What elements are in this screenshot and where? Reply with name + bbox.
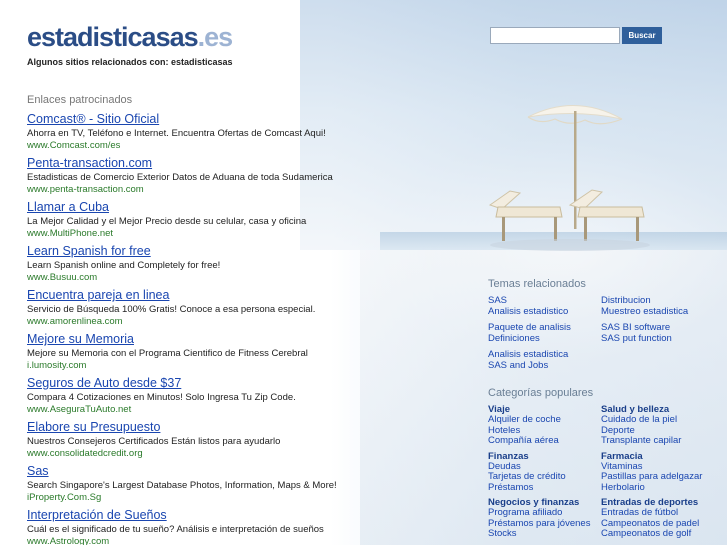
category-link[interactable]: Transplante capilar — [601, 435, 714, 447]
ad-url[interactable]: i.lumosity.com — [27, 360, 457, 372]
logo-tld-text: .es — [197, 22, 234, 52]
theme-column-right: SAS BI software SAS put function — [601, 322, 714, 345]
ad-item: Seguros de Auto desde $37 Compara 4 Coti… — [27, 376, 457, 420]
theme-link[interactable]: Distribucion — [601, 295, 714, 307]
theme-link[interactable]: Definiciones — [488, 333, 601, 345]
category-row: Finanzas Deudas Tarjetas de crédito Prés… — [488, 451, 723, 494]
site-logo[interactable]: estadisticasas.es — [27, 22, 234, 53]
category-column-right: Farmacia Vitaminas Pastillas para adelga… — [601, 451, 714, 494]
ad-item: Comcast® - Sitio Oficial Ahorra en TV, T… — [27, 112, 457, 156]
ad-description: Nuestros Consejeros Certificados Están l… — [27, 436, 281, 447]
page-content: estadisticasas.es Algunos sitios relacio… — [0, 0, 727, 545]
category-link[interactable]: Herbolario — [601, 482, 714, 494]
ad-title-link[interactable]: Mejore su Memoria — [27, 332, 457, 347]
category-link[interactable]: Programa afiliado — [488, 507, 601, 519]
theme-group: Analisis estadistica SAS and Jobs — [488, 349, 718, 372]
theme-link[interactable]: Analisis estadistica — [488, 349, 601, 361]
ad-description: Servicio de Búsqueda 100% Gratis! Conoce… — [27, 304, 316, 315]
category-column-left: Viaje Alquiler de coche Hoteles Compañía… — [488, 404, 601, 447]
category-column-left: Finanzas Deudas Tarjetas de crédito Prés… — [488, 451, 601, 494]
ad-description: Search Singapore's Largest Database Phot… — [27, 480, 337, 491]
theme-column-left: Analisis estadistica SAS and Jobs — [488, 349, 601, 372]
ad-description: Mejore su Memoria con el Programa Cienti… — [27, 348, 308, 359]
ad-title-link[interactable]: Comcast® - Sitio Oficial — [27, 112, 457, 127]
theme-link[interactable]: SAS BI software — [601, 322, 714, 334]
ad-item: Penta-transaction.com Estadisticas de Co… — [27, 156, 457, 200]
ad-url[interactable]: www.Busuu.com — [27, 272, 457, 284]
ad-item: Mejore su Memoria Mejore su Memoria con … — [27, 332, 457, 376]
logo-main-text: estadisticasas — [27, 22, 199, 52]
ad-description: Cuál es el significado de tu sueño? Anál… — [27, 524, 324, 535]
theme-column-right: Distribucion Muestreo estadistica — [601, 295, 714, 318]
ad-description: Ahorra en TV, Teléfono e Internet. Encue… — [27, 128, 326, 139]
category-link[interactable]: Cuidado de la piel — [601, 414, 714, 426]
category-column-right: Entradas de deportes Entradas de fútbol … — [601, 497, 714, 540]
category-heading-link[interactable]: Finanzas — [488, 451, 601, 462]
sponsored-ads-list: Comcast® - Sitio Oficial Ahorra en TV, T… — [27, 112, 457, 545]
category-link[interactable]: Campeonatos de golf — [601, 528, 714, 540]
category-heading-link[interactable]: Farmacia — [601, 451, 714, 462]
ad-title-link[interactable]: Interpretación de Sueños — [27, 508, 457, 523]
ad-url[interactable]: www.consolidatedcredit.org — [27, 448, 457, 460]
search-input[interactable] — [490, 27, 620, 44]
category-link[interactable]: Stocks — [488, 528, 601, 540]
ad-item: Llamar a Cuba La Mejor Calidad y el Mejo… — [27, 200, 457, 244]
theme-link[interactable]: Paquete de analisis — [488, 322, 601, 334]
related-themes-title: Temas relacionados — [488, 278, 586, 290]
ad-url[interactable]: www.MultiPhone.net — [27, 228, 457, 240]
related-sites-line: Algunos sitios relacionados con: estadis… — [27, 57, 233, 67]
category-link[interactable]: Entradas de fútbol — [601, 507, 714, 519]
ad-url[interactable]: www.penta-transaction.com — [27, 184, 457, 196]
ad-item: Encuentra pareja en linea Servicio de Bú… — [27, 288, 457, 332]
category-column-left: Negocios y finanzas Programa afiliado Pr… — [488, 497, 601, 540]
theme-column-left: SAS Analisis estadistico — [488, 295, 601, 318]
ad-description: Estadisticas de Comercio Exterior Datos … — [27, 172, 333, 183]
category-link[interactable]: Préstamos — [488, 482, 601, 494]
ad-title-link[interactable]: Sas — [27, 464, 457, 479]
theme-link[interactable]: SAS put function — [601, 333, 714, 345]
ad-item: Interpretación de Sueños Cuál es el sign… — [27, 508, 457, 545]
ad-item: Sas Search Singapore's Largest Database … — [27, 464, 457, 508]
category-row: Viaje Alquiler de coche Hoteles Compañía… — [488, 404, 723, 447]
ad-title-link[interactable]: Elabore su Presupuesto — [27, 420, 457, 435]
category-row: Negocios y finanzas Programa afiliado Pr… — [488, 497, 723, 540]
ad-title-link[interactable]: Llamar a Cuba — [27, 200, 457, 215]
theme-group: SAS Analisis estadistico Distribucion Mu… — [488, 295, 718, 318]
ad-title-link[interactable]: Seguros de Auto desde $37 — [27, 376, 457, 391]
theme-column-left: Paquete de analisis Definiciones — [488, 322, 601, 345]
popular-categories-list: Viaje Alquiler de coche Hoteles Compañía… — [488, 404, 723, 544]
theme-link[interactable]: SAS and Jobs — [488, 360, 601, 372]
theme-link[interactable]: SAS — [488, 295, 601, 307]
category-link[interactable]: Tarjetas de crédito — [488, 471, 601, 483]
ad-item: Elabore su Presupuesto Nuestros Consejer… — [27, 420, 457, 464]
ad-description: Learn Spanish online and Completely for … — [27, 260, 221, 271]
ad-description: La Mejor Calidad y el Mejor Precio desde… — [27, 216, 307, 227]
category-link[interactable]: Alquiler de coche — [488, 414, 601, 426]
ad-title-link[interactable]: Penta-transaction.com — [27, 156, 457, 171]
category-link[interactable]: Compañía aérea — [488, 435, 601, 447]
theme-link[interactable]: Muestreo estadistica — [601, 306, 714, 318]
ad-description: Compara 4 Cotizaciones en Minutos! Solo … — [27, 392, 296, 403]
sponsored-links-title: Enlaces patrocinados — [27, 94, 133, 106]
theme-link[interactable]: Analisis estadistico — [488, 306, 601, 318]
ad-title-link[interactable]: Encuentra pareja en linea — [27, 288, 457, 303]
ad-item: Learn Spanish for free Learn Spanish onl… — [27, 244, 457, 288]
ad-url[interactable]: www.amorenlinea.com — [27, 316, 457, 328]
category-link[interactable]: Pastillas para adelgazar — [601, 471, 714, 483]
ad-title-link[interactable]: Learn Spanish for free — [27, 244, 457, 259]
ad-url[interactable]: www.Astrology.com — [27, 536, 457, 545]
theme-group: Paquete de analisis Definiciones SAS BI … — [488, 322, 718, 345]
ad-url[interactable]: www.Comcast.com/es — [27, 140, 457, 152]
ad-url[interactable]: www.AseguraTuAuto.net — [27, 404, 457, 416]
search-button[interactable]: Buscar — [622, 27, 662, 44]
related-themes-list: SAS Analisis estadistico Distribucion Mu… — [488, 295, 718, 377]
category-column-right: Salud y belleza Cuidado de la piel Depor… — [601, 404, 714, 447]
ad-url[interactable]: iProperty.Com.Sg — [27, 492, 457, 504]
popular-categories-title: Categorías populares — [488, 387, 594, 399]
